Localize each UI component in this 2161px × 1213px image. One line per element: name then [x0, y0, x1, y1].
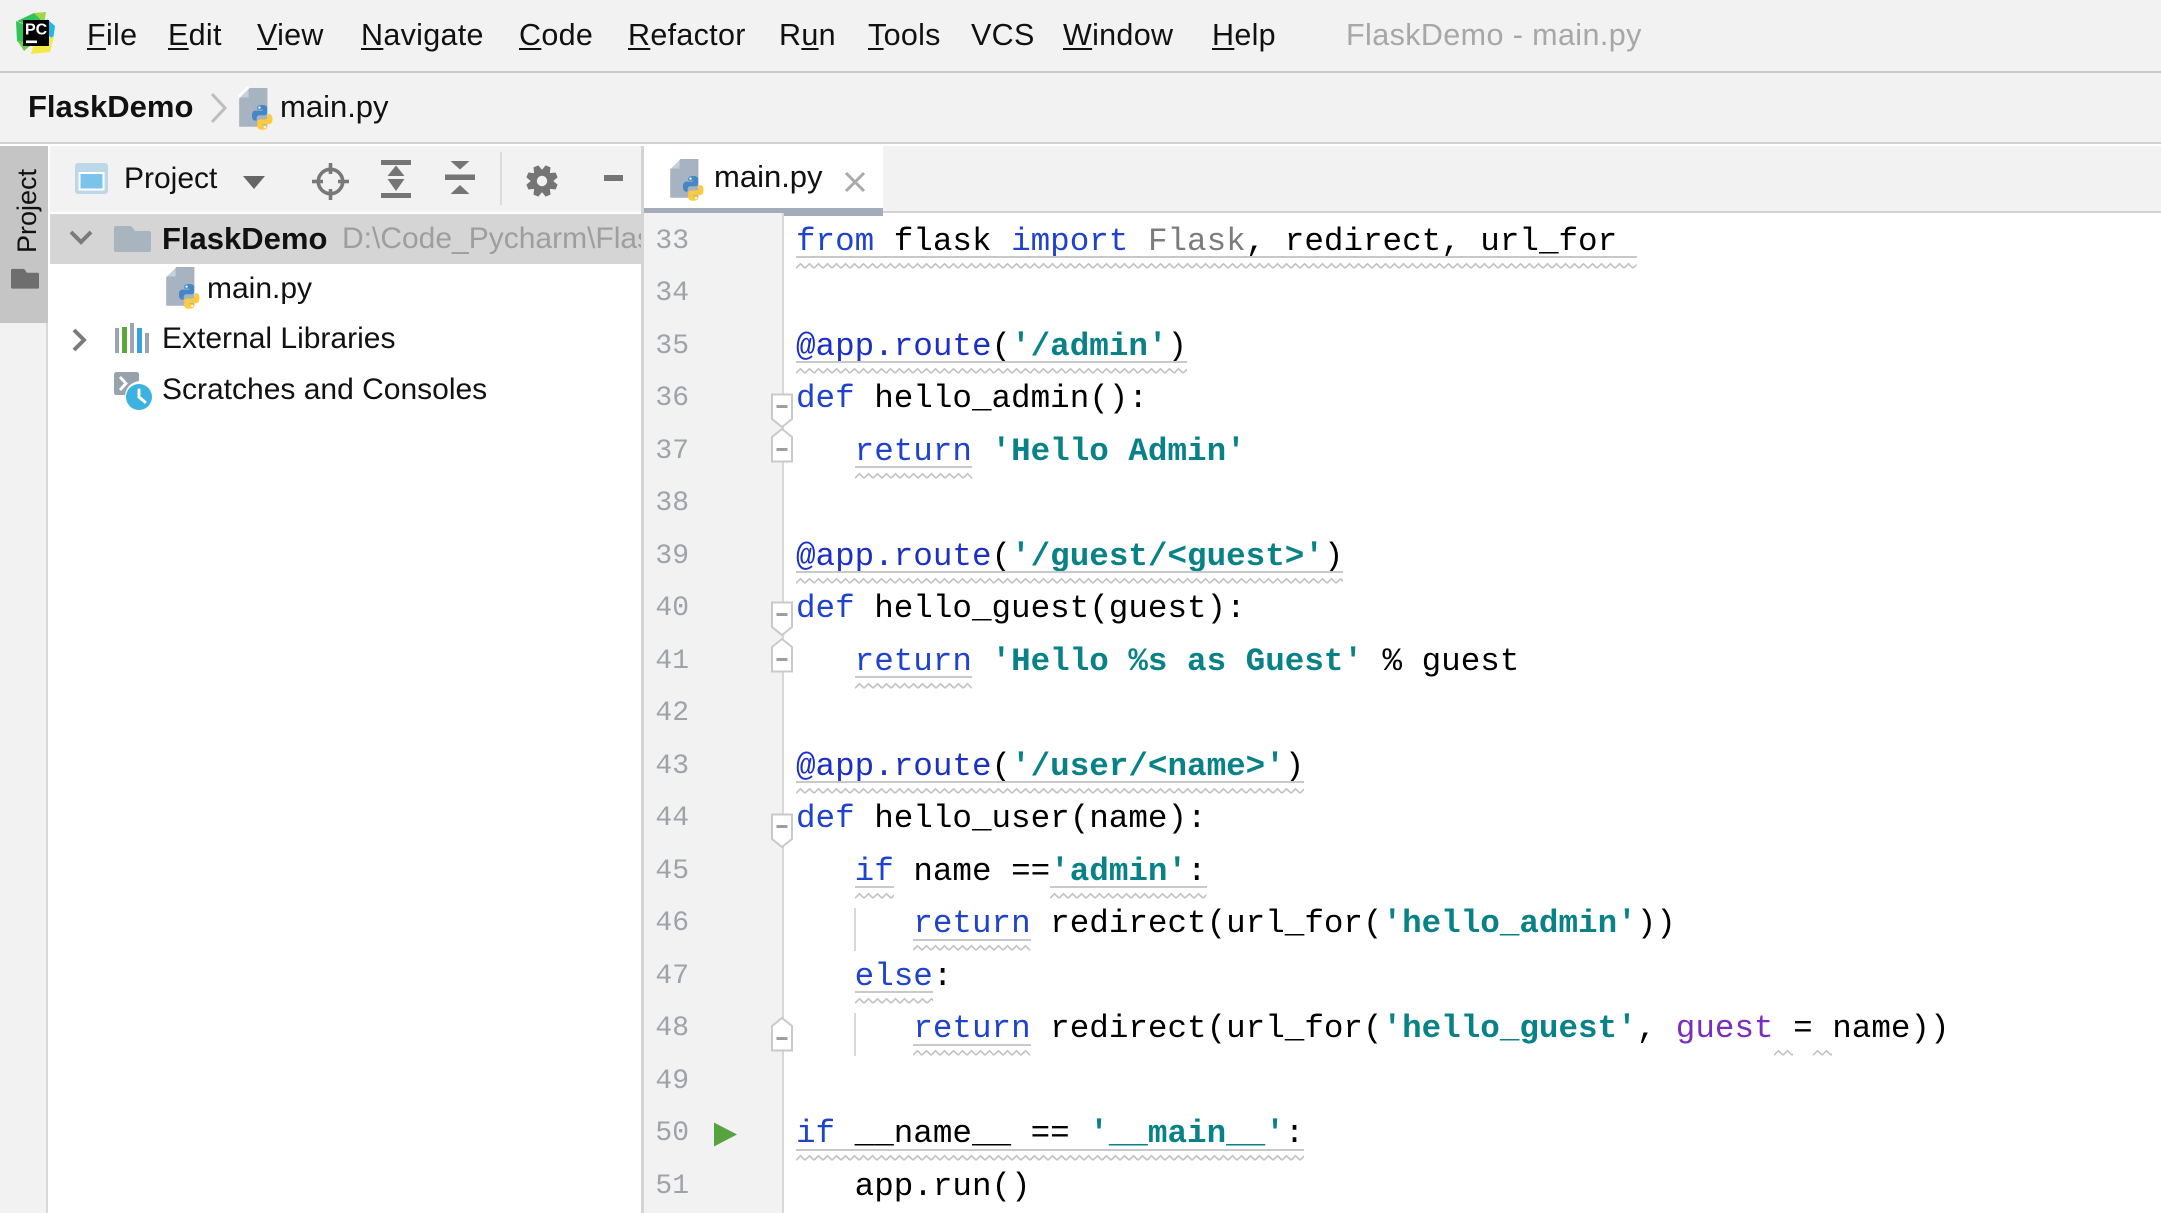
svg-text:PC: PC: [25, 22, 48, 39]
